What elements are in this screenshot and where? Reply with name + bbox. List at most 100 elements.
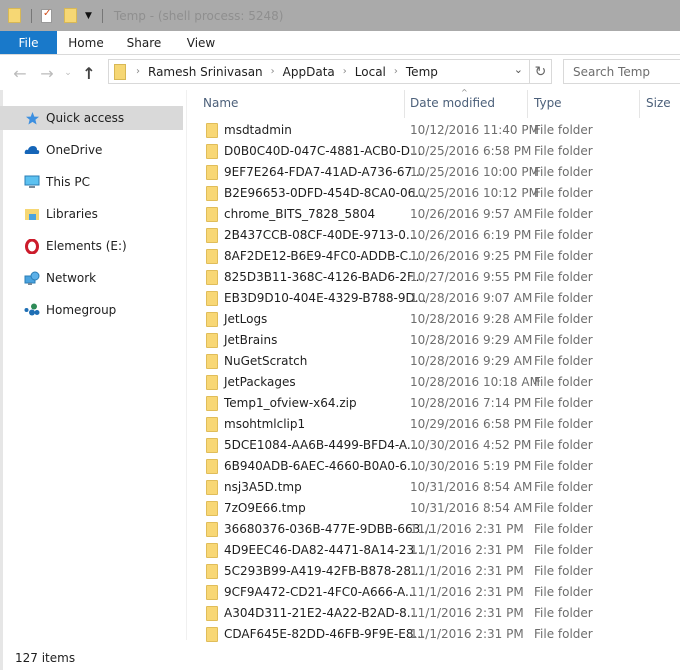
file-row[interactable]: chrome_BITS_7828_5804 10/26/2016 9:57 AM F… [187,204,680,225]
file-name[interactable]: Temp1_ofview-x64.zip [224,396,357,410]
file-row[interactable]: B2E96653-0DFD-454D-8CA0-06... 10/25/2016 … [187,183,680,204]
column-header-size[interactable]: Size [646,90,671,116]
file-name[interactable]: chrome_BITS_7828_5804 [224,207,375,221]
file-row[interactable]: JetPackages 10/28/2016 10:18 AM File folde… [187,372,680,393]
sidebar-item-onedrive[interactable]: OneDrive [0,138,183,162]
file-row[interactable]: 4D9EEC46-DA82-4471-8A14-23... 11/1/2016 2… [187,540,680,561]
file-name[interactable]: 36680376-036B-477E-9DBB-663... [224,522,432,536]
sidebar-item-network[interactable]: Network [0,266,183,290]
address-bar[interactable]: › Ramesh Srinivasan › AppData › Local › … [108,59,530,84]
recent-locations-button[interactable]: ⌄ [60,68,76,78]
file-name[interactable]: nsj3A5D.tmp [224,480,302,494]
file-name[interactable]: 4D9EEC46-DA82-4471-8A14-23... [224,543,426,557]
breadcrumb-item[interactable]: Local [355,65,386,79]
file-type: File folder [534,417,593,431]
chevron-right-icon[interactable]: › [271,66,275,77]
file-row[interactable]: 9CF9A472-CD21-4FC0-A666-A... 11/1/2016 2:… [187,582,680,603]
file-name[interactable]: CDAF645E-82DD-46FB-9F9E-E8... [224,627,425,641]
forward-button[interactable]: → [36,64,58,83]
column-header-type[interactable]: Type [534,90,562,116]
properties-icon[interactable] [41,8,52,23]
file-name[interactable]: 7zO9E66.tmp [224,501,306,515]
sidebar-item-elements-drive[interactable]: Elements (E:) [0,234,183,258]
up-button[interactable]: ↑ [78,64,100,83]
sidebar-item-libraries[interactable]: Libraries [0,202,183,226]
file-type: File folder [534,270,593,284]
file-date-modified: 10/12/2016 11:40 PM [410,123,539,137]
file-row[interactable]: 8AF2DE12-B6E9-4FC0-ADDB-C... 10/26/2016 9… [187,246,680,267]
file-row[interactable]: msdtadmin 10/12/2016 11:40 PM File folder [187,120,680,141]
column-header-date-modified[interactable]: Date modified [410,90,495,116]
file-name[interactable]: 9CF9A472-CD21-4FC0-A666-A... [224,585,416,599]
breadcrumb-item[interactable]: Ramesh Srinivasan [148,65,263,79]
file-row[interactable]: 9EF7E264-FDA7-41AD-A736-67... 10/25/2016 … [187,162,680,183]
file-row[interactable]: D0B0C40D-047C-4881-ACB0-D... 10/25/2016 6… [187,141,680,162]
file-name[interactable]: NuGetScratch [224,354,307,368]
file-row[interactable]: NuGetScratch 10/28/2016 9:29 AM File folde… [187,351,680,372]
file-row[interactable]: msohtmlclip1 10/29/2016 6:58 PM File folde… [187,414,680,435]
file-type: File folder [534,606,593,620]
breadcrumb-item[interactable]: Temp [406,65,438,79]
column-divider[interactable] [527,90,528,118]
column-header-name[interactable]: Name [203,90,238,116]
customize-toolbar-icon[interactable]: ▼ [85,11,92,21]
item-count: 127 items [15,650,76,665]
file-row[interactable]: JetBrains 10/28/2016 9:29 AM File folder [187,330,680,351]
file-name[interactable]: 5DCE1084-AA6B-4499-BFD4-A... [224,438,418,452]
breadcrumb-item[interactable]: AppData [283,65,335,79]
file-name[interactable]: B2E96653-0DFD-454D-8CA0-06... [224,186,427,200]
tab-share[interactable]: Share [115,31,173,54]
sidebar-item-quick-access[interactable]: Quick access [0,106,183,130]
file-row[interactable]: 5DCE1084-AA6B-4499-BFD4-A... 10/30/2016 4… [187,435,680,456]
file-name[interactable]: msdtadmin [224,123,292,137]
file-row[interactable]: A304D311-21E2-4A22-B2AD-8... 11/1/2016 2:… [187,603,680,624]
folder-icon [206,144,218,159]
sidebar-item-homegroup[interactable]: Homegroup [0,298,183,322]
folder-icon [206,417,218,432]
file-name[interactable]: 6B940ADB-6AEC-4660-B0A0-6... [224,459,418,473]
file-date-modified: 10/26/2016 9:57 AM [410,207,533,221]
file-name[interactable]: 9EF7E264-FDA7-41AD-A736-67... [224,165,424,179]
chevron-down-icon[interactable]: ⌄ [514,63,523,76]
file-date-modified: 10/31/2016 8:54 AM [410,480,533,494]
file-row[interactable]: 2B437CCB-08CF-40DE-9713-0... 10/26/2016 6… [187,225,680,246]
file-name[interactable]: JetPackages [224,375,296,389]
file-row[interactable]: JetLogs 10/28/2016 9:28 AM File folder [187,309,680,330]
tab-file[interactable]: File [0,31,57,54]
file-name[interactable]: 5C293B99-A419-42FB-B878-28... [224,564,422,578]
sidebar-item-this-pc[interactable]: This PC [0,170,183,194]
file-row[interactable]: EB3D9D10-404E-4329-B788-9D... 10/28/2016 … [187,288,680,309]
refresh-button[interactable]: ↻ [530,59,552,84]
file-date-modified: 11/1/2016 2:31 PM [410,585,524,599]
file-row[interactable]: nsj3A5D.tmp 10/31/2016 8:54 AM File folder [187,477,680,498]
file-row[interactable]: CDAF645E-82DD-46FB-9F9E-E8... 11/1/2016 2… [187,624,680,645]
file-name[interactable]: 8AF2DE12-B6E9-4FC0-ADDB-C... [224,249,419,263]
tab-view[interactable]: View [173,31,229,54]
file-row[interactable]: 6B940ADB-6AEC-4660-B0A0-6... 10/30/2016 5… [187,456,680,477]
file-name[interactable]: msohtmlclip1 [224,417,305,431]
tab-home[interactable]: Home [57,31,115,54]
chevron-right-icon[interactable]: › [343,66,347,77]
new-folder-icon[interactable] [64,8,77,23]
folder-icon [206,396,218,411]
folder-icon [206,564,218,579]
search-input[interactable]: Search Temp [563,59,680,84]
file-name[interactable]: D0B0C40D-047C-4881-ACB0-D... [224,144,421,158]
chevron-right-icon[interactable]: › [136,66,140,77]
column-divider[interactable] [639,90,640,118]
file-name[interactable]: EB3D9D10-404E-4329-B788-9D... [224,291,426,305]
file-row[interactable]: 5C293B99-A419-42FB-B878-28... 11/1/2016 2… [187,561,680,582]
file-name[interactable]: 825D3B11-368C-4126-BAD6-2F... [224,270,423,284]
file-name[interactable]: JetBrains [224,333,277,347]
file-name[interactable]: JetLogs [224,312,267,326]
file-row[interactable]: 36680376-036B-477E-9DBB-663... 11/1/2016 … [187,519,680,540]
file-row[interactable]: 825D3B11-368C-4126-BAD6-2F... 10/27/2016 … [187,267,680,288]
chevron-right-icon[interactable]: › [394,66,398,77]
folder-icon [206,459,218,474]
file-name[interactable]: 2B437CCB-08CF-40DE-9713-0... [224,228,417,242]
back-button[interactable]: ← [9,64,31,83]
file-row[interactable]: 7zO9E66.tmp 10/31/2016 8:54 AM File folder [187,498,680,519]
file-name[interactable]: A304D311-21E2-4A22-B2AD-8... [224,606,418,620]
file-row[interactable]: Temp1_ofview-x64.zip 10/28/2016 7:14 PM Fi… [187,393,680,414]
column-divider[interactable] [404,90,405,118]
